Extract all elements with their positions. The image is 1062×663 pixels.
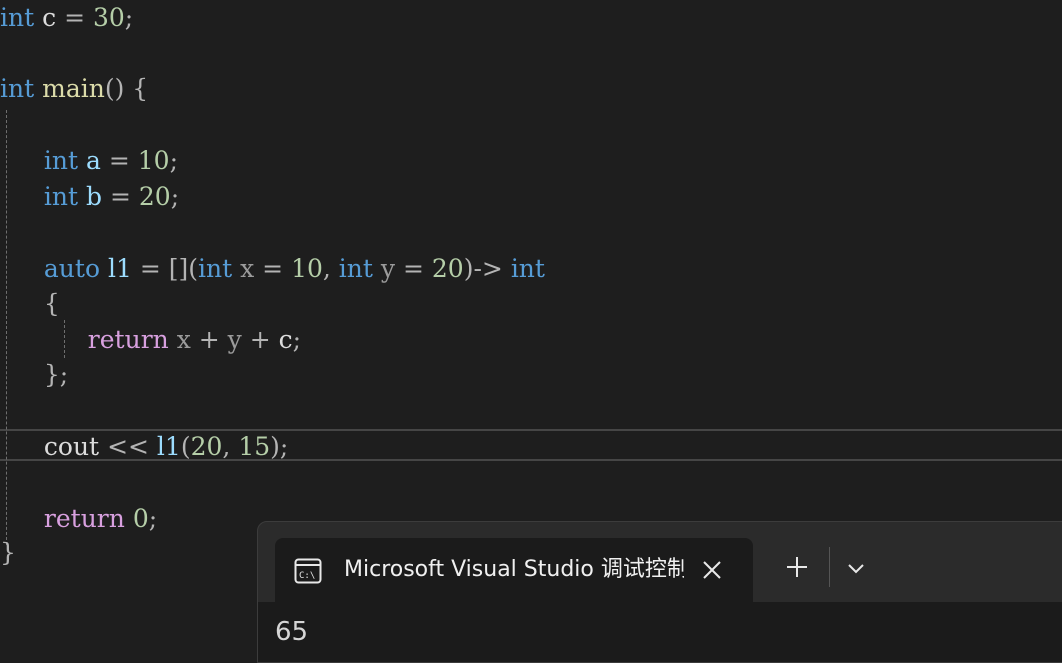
code-line[interactable]: cout << l1(20, 15); xyxy=(0,429,288,465)
identifier: l1 xyxy=(107,254,132,283)
keyword: return xyxy=(43,504,125,533)
function-name: main xyxy=(42,74,105,103)
operator: << xyxy=(107,432,149,461)
parameter: x xyxy=(176,325,191,354)
operator: + xyxy=(249,325,271,354)
punctuation: { xyxy=(132,74,149,103)
identifier: l1 xyxy=(156,432,181,461)
identifier: c xyxy=(278,325,293,354)
number-literal: 10 xyxy=(291,254,323,283)
keyword: int xyxy=(198,254,233,283)
code-line[interactable]: return 0; xyxy=(0,501,157,537)
punctuation: ; xyxy=(170,182,180,211)
identifier: b xyxy=(86,182,103,211)
svg-text:C:\: C:\ xyxy=(299,571,315,581)
number-literal: 15 xyxy=(238,432,271,461)
operator: = xyxy=(139,254,161,283)
parameter: x xyxy=(240,254,255,283)
punctuation: } xyxy=(0,538,16,567)
punctuation: { xyxy=(43,289,60,318)
console-output: 65 xyxy=(275,617,309,647)
code-line[interactable]: }; xyxy=(0,357,68,393)
punctuation: , xyxy=(222,432,231,461)
operator: = xyxy=(108,146,130,175)
parameter: y xyxy=(227,325,242,354)
number-literal: 20 xyxy=(138,182,171,211)
code-line[interactable]: int main() { xyxy=(0,71,148,107)
punctuation: ; xyxy=(169,146,179,175)
console-output-area[interactable]: 65 xyxy=(258,602,1062,662)
console-tab[interactable]: C:\ Microsoft Visual Studio 调试控制台 xyxy=(275,538,753,602)
parameter: y xyxy=(380,254,396,283)
toolbar-separator xyxy=(829,547,830,587)
code-line[interactable]: int c = 30; xyxy=(0,0,133,36)
keyword: int xyxy=(0,3,35,32)
identifier: cout xyxy=(43,432,100,461)
operator: = xyxy=(402,254,424,283)
code-line[interactable]: int b = 20; xyxy=(0,179,179,215)
punctuation: ; xyxy=(124,3,134,32)
keyword: int xyxy=(0,74,35,103)
number-literal: 20 xyxy=(431,254,464,283)
operator: = xyxy=(262,254,284,283)
number-literal: 0 xyxy=(132,504,149,533)
punctuation: , xyxy=(322,254,331,283)
code-line[interactable]: { xyxy=(0,286,60,322)
identifier: c xyxy=(42,3,57,32)
keyword: return xyxy=(87,325,169,354)
identifier: a xyxy=(86,146,101,175)
operator: = xyxy=(109,182,131,211)
operator: = xyxy=(64,3,86,32)
keyword: int xyxy=(338,254,373,283)
number-literal: 30 xyxy=(92,3,125,32)
punctuation: ; xyxy=(292,325,302,354)
close-icon[interactable] xyxy=(699,557,725,583)
code-line[interactable]: return x + y + c; xyxy=(0,322,301,358)
chevron-down-icon[interactable] xyxy=(845,558,867,578)
punctuation: ); xyxy=(270,432,289,461)
keyword: auto xyxy=(43,254,101,283)
number-literal: 20 xyxy=(190,432,223,461)
code-line[interactable]: auto l1 = [](int x = 10, int y = 20)-> i… xyxy=(0,251,545,287)
punctuation: ( xyxy=(180,432,191,461)
punctuation: )-> xyxy=(463,254,503,283)
operator: + xyxy=(198,325,220,354)
punctuation: () xyxy=(104,74,125,103)
punctuation: []( xyxy=(168,254,198,283)
debug-console-window[interactable]: C:\ Microsoft Visual Studio 调试控制台 65 xyxy=(257,521,1062,663)
console-icon: C:\ xyxy=(294,558,322,584)
tab-title: Microsoft Visual Studio 调试控制台 xyxy=(344,557,684,582)
keyword: int xyxy=(510,254,545,283)
code-line[interactable]: int a = 10; xyxy=(0,143,178,179)
keyword: int xyxy=(43,146,79,175)
punctuation: }; xyxy=(43,360,69,389)
code-line[interactable]: } xyxy=(0,535,16,571)
plus-icon[interactable] xyxy=(784,554,810,580)
keyword: int xyxy=(43,182,79,211)
punctuation: ; xyxy=(148,504,158,533)
number-literal: 10 xyxy=(137,146,170,175)
